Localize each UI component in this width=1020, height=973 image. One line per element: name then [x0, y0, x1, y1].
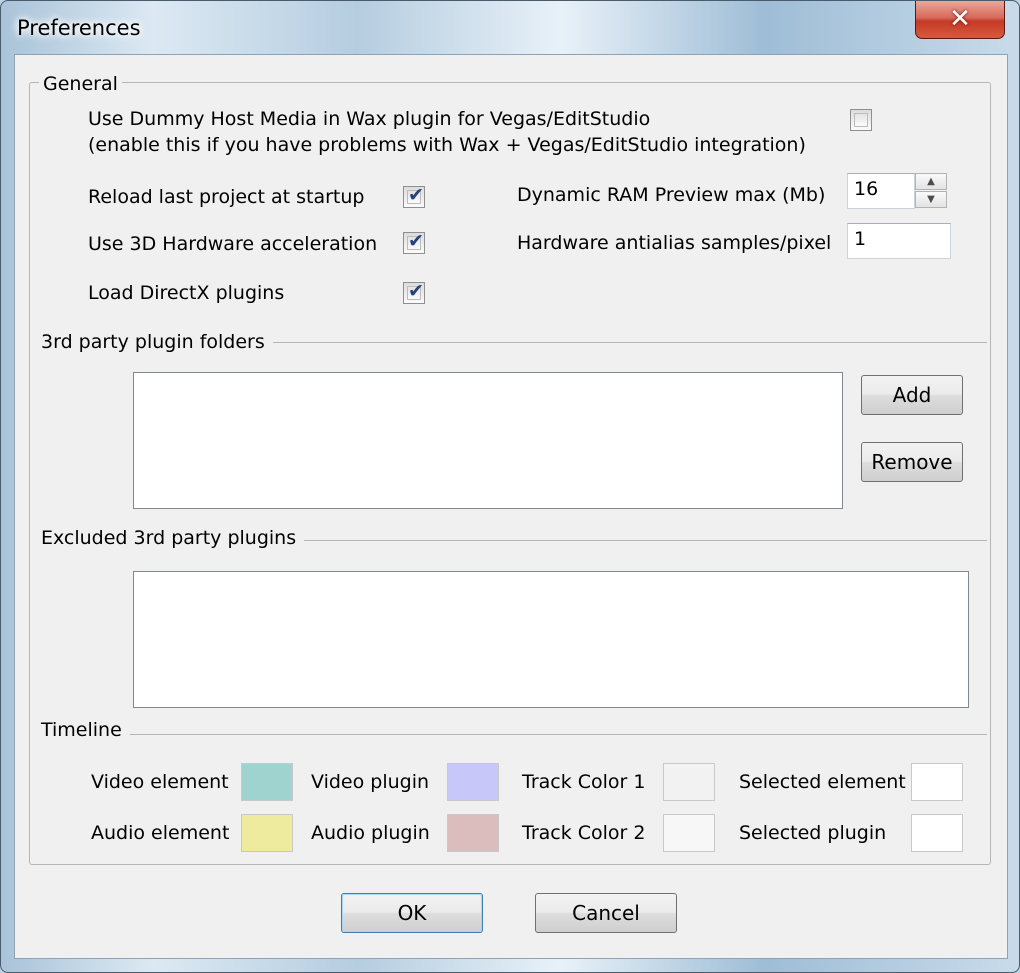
timeline-separator — [127, 734, 987, 735]
antialias-input[interactable]: 1 — [847, 223, 951, 259]
ram-preview-spinner[interactable]: ▲ ▼ — [915, 173, 949, 209]
spin-down-icon[interactable]: ▼ — [915, 191, 947, 208]
plugin-folders-label: 3rd party plugin folders — [41, 331, 273, 353]
check-mark-icon: ✔ — [408, 280, 424, 302]
video-plugin-color[interactable] — [447, 763, 499, 801]
plugin-folders-list[interactable] — [133, 372, 843, 509]
dummy-host-checkbox[interactable] — [850, 109, 872, 131]
track-color-1-swatch[interactable] — [663, 763, 715, 801]
selected-plugin-color[interactable] — [911, 814, 963, 852]
load-directx-checkbox[interactable]: ✔ — [403, 280, 425, 304]
dialog-client-area: General Use Dummy Host Media in Wax plug… — [14, 54, 1008, 959]
spin-up-icon[interactable]: ▲ — [915, 173, 947, 190]
audio-element-color[interactable] — [241, 814, 293, 852]
video-element-label: Video element — [91, 771, 229, 793]
audio-element-label: Audio element — [91, 822, 230, 844]
audio-plugin-color[interactable] — [447, 814, 499, 852]
close-button[interactable]: ✕ — [915, 1, 1005, 39]
timeline-label: Timeline — [41, 719, 130, 741]
selected-element-color[interactable] — [911, 763, 963, 801]
selected-plugin-label: Selected plugin — [739, 822, 887, 844]
cancel-button[interactable]: Cancel — [535, 893, 677, 933]
general-legend: General — [39, 73, 122, 95]
reload-last-project-checkbox[interactable]: ✔ — [403, 184, 425, 208]
use-3d-hw-checkbox[interactable]: ✔ — [403, 230, 425, 254]
ram-preview-input[interactable]: 16 — [847, 173, 915, 209]
video-element-color[interactable] — [241, 763, 293, 801]
excluded-plugins-list[interactable] — [133, 571, 969, 708]
antialias-label: Hardware antialias samples/pixel — [517, 232, 832, 254]
track-color-1-label: Track Color 1 — [522, 771, 646, 793]
window-frame: Preferences ✕ General Use Dummy Host Med… — [0, 0, 1020, 973]
remove-folder-button[interactable]: Remove — [861, 442, 963, 482]
excluded-plugins-separator — [295, 540, 987, 541]
plugin-folders-separator — [255, 342, 987, 343]
load-directx-label: Load DirectX plugins — [88, 282, 285, 304]
excluded-plugins-label: Excluded 3rd party plugins — [41, 527, 305, 549]
check-mark-icon: ✔ — [408, 184, 424, 206]
track-color-2-label: Track Color 2 — [522, 822, 646, 844]
track-color-2-swatch[interactable] — [663, 814, 715, 852]
ram-preview-label: Dynamic RAM Preview max (Mb) — [517, 184, 826, 206]
audio-plugin-label: Audio plugin — [311, 822, 430, 844]
use-3d-hw-label: Use 3D Hardware acceleration — [88, 233, 378, 255]
dummy-host-hint: (enable this if you have problems with W… — [88, 134, 806, 156]
reload-last-project-label: Reload last project at startup — [88, 186, 365, 208]
add-folder-button[interactable]: Add — [861, 375, 963, 415]
window-title: Preferences — [17, 16, 141, 40]
ok-button[interactable]: OK — [341, 893, 483, 933]
video-plugin-label: Video plugin — [311, 771, 430, 793]
title-bar[interactable]: Preferences ✕ — [1, 1, 1019, 53]
check-mark-icon: ✔ — [408, 230, 424, 252]
selected-element-label: Selected element — [739, 771, 906, 793]
dummy-host-label: Use Dummy Host Media in Wax plugin for V… — [88, 108, 651, 130]
